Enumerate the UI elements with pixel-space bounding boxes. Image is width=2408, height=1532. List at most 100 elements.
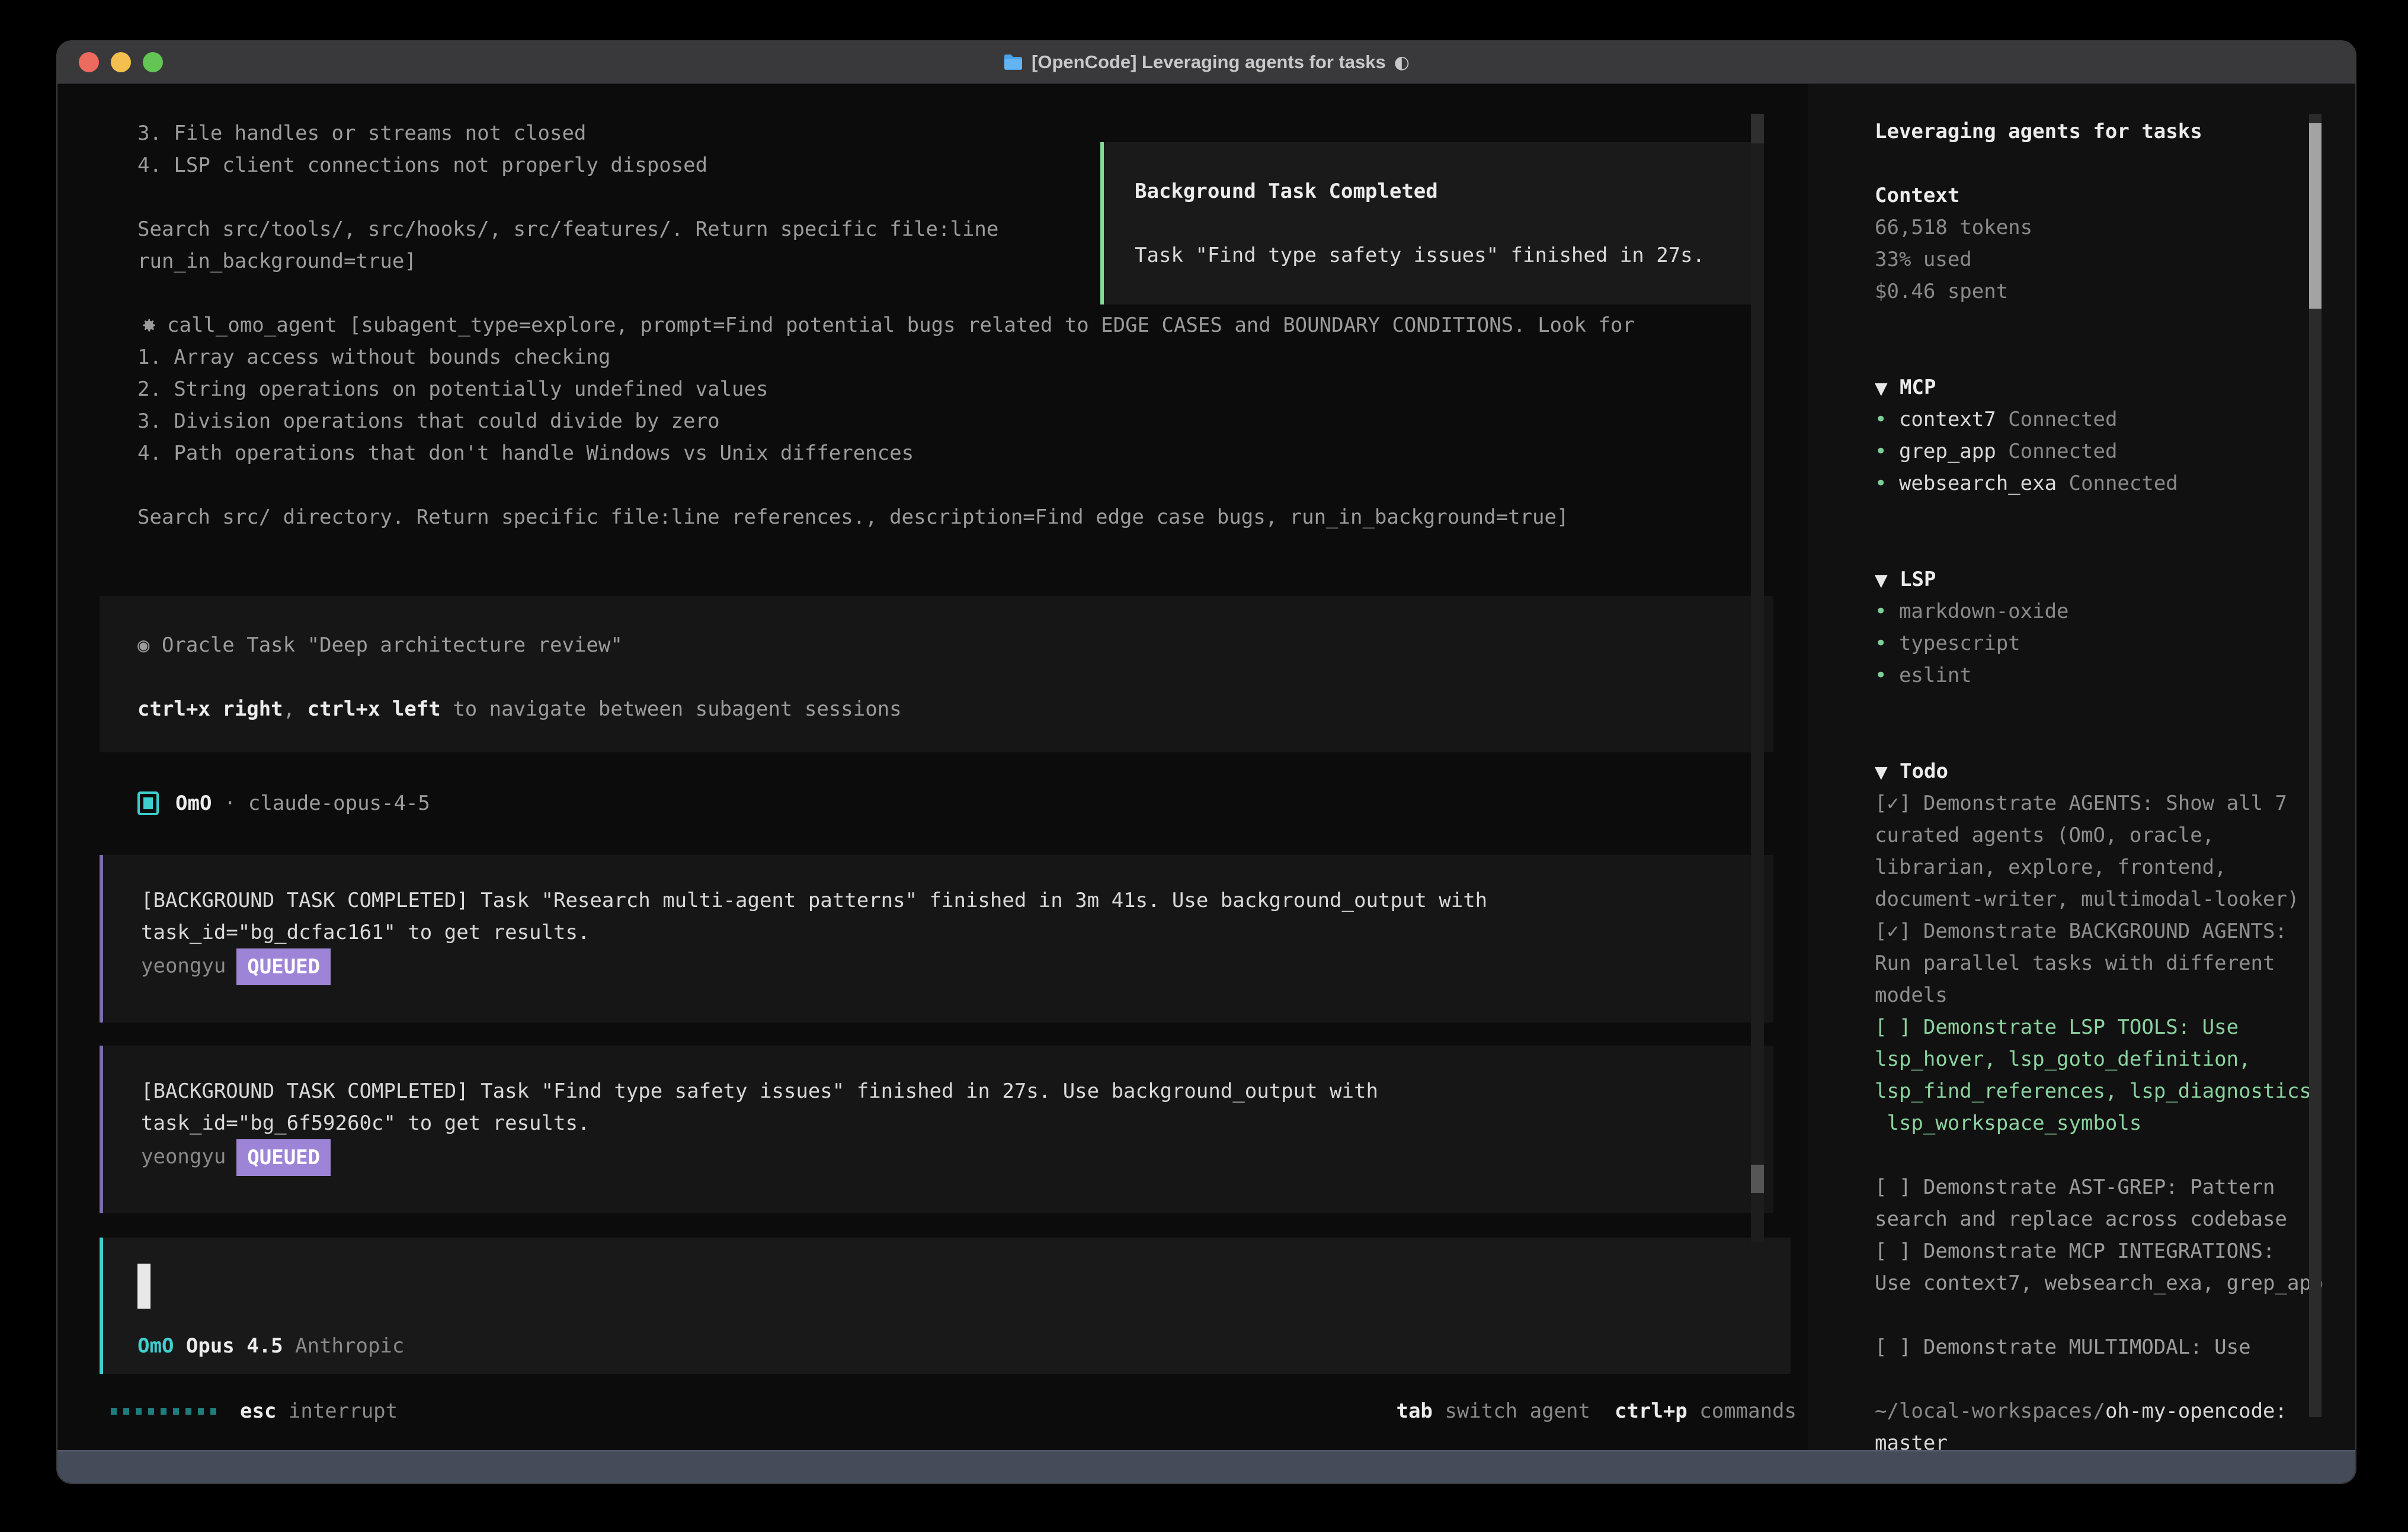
bullet-icon: • (1875, 472, 1887, 495)
bullet-icon: • (1875, 600, 1887, 623)
session-title: Leveraging agents for tasks (1875, 116, 2356, 148)
todo-line-done: Run parallel tasks with different (1875, 947, 2356, 979)
terminal-area: 3. File handles or streams not closed 4.… (57, 84, 2355, 1450)
tool-args: [subagent_type=explore, prompt=Find pote… (337, 313, 1635, 337)
input-provider: Anthropic (283, 1334, 405, 1358)
bullet-icon: • (1875, 408, 1887, 431)
input-agent-name: OmO (137, 1334, 174, 1358)
sidebar-scrollbar-thumb[interactable] (2309, 123, 2321, 309)
mcp-item: • grep_app Connected (1875, 435, 2356, 467)
traffic-lights (79, 41, 163, 83)
background-task-box: [BACKGROUND TASK COMPLETED] Task "Find t… (100, 1046, 1773, 1213)
todo-line-active: lsp_hover, lsp_goto_definition, (1875, 1043, 2356, 1075)
tool-call-line: 4. Path operations that don't handle Win… (57, 437, 1751, 469)
tool-call-line: 3. Division operations that could divide… (57, 405, 1751, 437)
title-bar[interactable]: [OpenCode] Leveraging agents for tasks ◐ (57, 41, 2355, 84)
todo-line-done: [✓] Demonstrate BACKGROUND AGENTS: (1875, 915, 2356, 947)
close-button[interactable] (79, 52, 99, 72)
todo-line-done: librarian, explore, frontend, (1875, 851, 2356, 883)
context-tokens: 66,518 tokens (1875, 211, 2356, 243)
tool-call-line: call_omo_agent [subagent_type=explore, p… (57, 309, 1751, 341)
main-scrollbar[interactable] (1751, 114, 1764, 1242)
hint-key: ctrl+x right (137, 697, 283, 721)
status-badge: QUEUED (236, 948, 331, 985)
todo-line-done: document-writer, multimodal-looker) (1875, 883, 2356, 915)
half-circle-icon: ◐ (1394, 52, 1410, 73)
bullet-icon: • (1875, 440, 1887, 463)
main-scrollbar-thumb-top[interactable] (1751, 114, 1764, 143)
chevron-down-icon: ▼ (1875, 379, 1888, 398)
task-meta-line: yeongyuQUEUED (141, 1139, 1773, 1171)
esc-key-hint: esc (240, 1399, 276, 1423)
oracle-title-line: ◉ Oracle Task "Deep architecture review" (137, 629, 1773, 661)
todo-line-active: [ ] Demonstrate LSP TOOLS: Use (1875, 1011, 2356, 1043)
hint-key: ctrl+x left (308, 697, 441, 721)
workspace-path: ~/local-workspaces/oh-my-opencode: (1875, 1395, 2356, 1427)
todo-line-done: curated agents (OmO, oracle, (1875, 819, 2356, 851)
todo-line-pending: Use context7, websearch_exa, grep_app (1875, 1267, 2356, 1299)
input-model-name: Opus 4.5 (174, 1334, 283, 1358)
lsp-item: • eslint (1875, 659, 2356, 691)
background-task-box: [BACKGROUND TASK COMPLETED] Task "Resear… (100, 855, 1773, 1023)
prompt-input[interactable]: OmO Opus 4.5 Anthropic (100, 1238, 1791, 1374)
task-message-line: task_id="bg_dcfac161" to get results. (141, 916, 1773, 948)
chevron-down-icon: ▼ (1875, 762, 1888, 782)
sidebar: Leveraging agents for tasks Context 66,5… (1808, 84, 2356, 1450)
todo-section-header[interactable]: ▼ Todo (1875, 755, 2356, 787)
notification-body: Task "Find type safety issues" finished … (1135, 239, 1756, 271)
oracle-hint-line: ctrl+x right, ctrl+x left to navigate be… (137, 693, 1773, 725)
todo-line-pending: [ ] Demonstrate MCP INTEGRATIONS: (1875, 1235, 2356, 1267)
chevron-down-icon: ▼ (1875, 571, 1888, 590)
tool-call-line: 1. Array access without bounds checking (57, 341, 1751, 373)
task-message-line: [BACKGROUND TASK COMPLETED] Task "Find t… (141, 1075, 1773, 1107)
task-message-line: task_id="bg_6f59260c" to get results. (141, 1107, 1773, 1139)
zoom-button[interactable] (143, 52, 163, 72)
context-used: 33% used (1875, 243, 2356, 275)
bullet-icon: • (1875, 664, 1887, 687)
tab-key-hint: tab (1396, 1399, 1432, 1423)
gear-icon (137, 315, 158, 335)
mcp-item: • websearch_exa Connected (1875, 467, 2356, 499)
todo-line-active: lsp_workspace_symbols (1875, 1107, 2356, 1139)
window-title: [OpenCode] Leveraging agents for tasks ◐ (1003, 52, 1410, 73)
todo-line-pending: [ ] Demonstrate MULTIMODAL: Use (1875, 1331, 2356, 1363)
status-badge: QUEUED (236, 1139, 331, 1176)
window-title-text: [OpenCode] Leveraging agents for tasks (1032, 52, 1386, 73)
task-user: yeongyu (141, 954, 226, 978)
tool-name: call_omo_agent (167, 313, 337, 337)
tool-call-line: 2. String operations on potentially unde… (57, 373, 1751, 405)
oracle-icon: ◉ (137, 633, 149, 657)
omo-agent-icon (137, 791, 159, 815)
oracle-task-box: ◉ Oracle Task "Deep architecture review"… (100, 596, 1773, 752)
app-window: [OpenCode] Leveraging agents for tasks ◐… (56, 40, 2356, 1484)
todo-line-active: lsp_find_references, lsp_diagnostics, (1875, 1075, 2356, 1107)
context-spent: $0.46 spent (1875, 275, 2356, 307)
mcp-item: • context7 Connected (1875, 403, 2356, 435)
tool-call-line: Search src/ directory. Return specific f… (57, 501, 1751, 533)
lsp-section-header[interactable]: ▼ LSP (1875, 563, 2356, 595)
task-meta-line: yeongyuQUEUED (141, 948, 1773, 980)
agent-name: OmO (175, 791, 212, 815)
task-message-line: [BACKGROUND TASK COMPLETED] Task "Resear… (141, 884, 1773, 916)
todo-line-done: models (1875, 979, 2356, 1011)
minimize-button[interactable] (111, 52, 131, 72)
status-right-hints: tab switch agent ctrl+p commands (1396, 1399, 1797, 1423)
todo-line-done: [✓] Demonstrate AGENTS: Show all 7 (1875, 787, 2356, 819)
model-line: OmO Opus 4.5 Anthropic (137, 1330, 1791, 1362)
folder-icon (1003, 54, 1023, 70)
todo-line-pending: search and replace across codebase (1875, 1203, 2356, 1235)
notification-title: Background Task Completed (1135, 175, 1756, 207)
text-cursor (137, 1264, 150, 1309)
lsp-item: • markdown-oxide (1875, 595, 2356, 627)
lsp-item: • typescript (1875, 627, 2356, 659)
spinner-dots (111, 1408, 216, 1415)
main-scrollbar-thumb[interactable] (1751, 1165, 1764, 1193)
mcp-section-header[interactable]: ▼ MCP (1875, 371, 2356, 403)
agent-model: claude-opus-4-5 (248, 791, 430, 815)
sidebar-scrollbar[interactable] (2309, 114, 2321, 1417)
workspace-branch: master (1875, 1427, 2356, 1459)
notification-toast: Background Task Completed Task "Find typ… (1100, 142, 1758, 305)
task-user: yeongyu (141, 1145, 226, 1169)
agent-header: OmO · claude-opus-4-5 (137, 787, 1751, 819)
status-bar: esc interrupt tab switch agent ctrl+p co… (111, 1395, 1797, 1427)
